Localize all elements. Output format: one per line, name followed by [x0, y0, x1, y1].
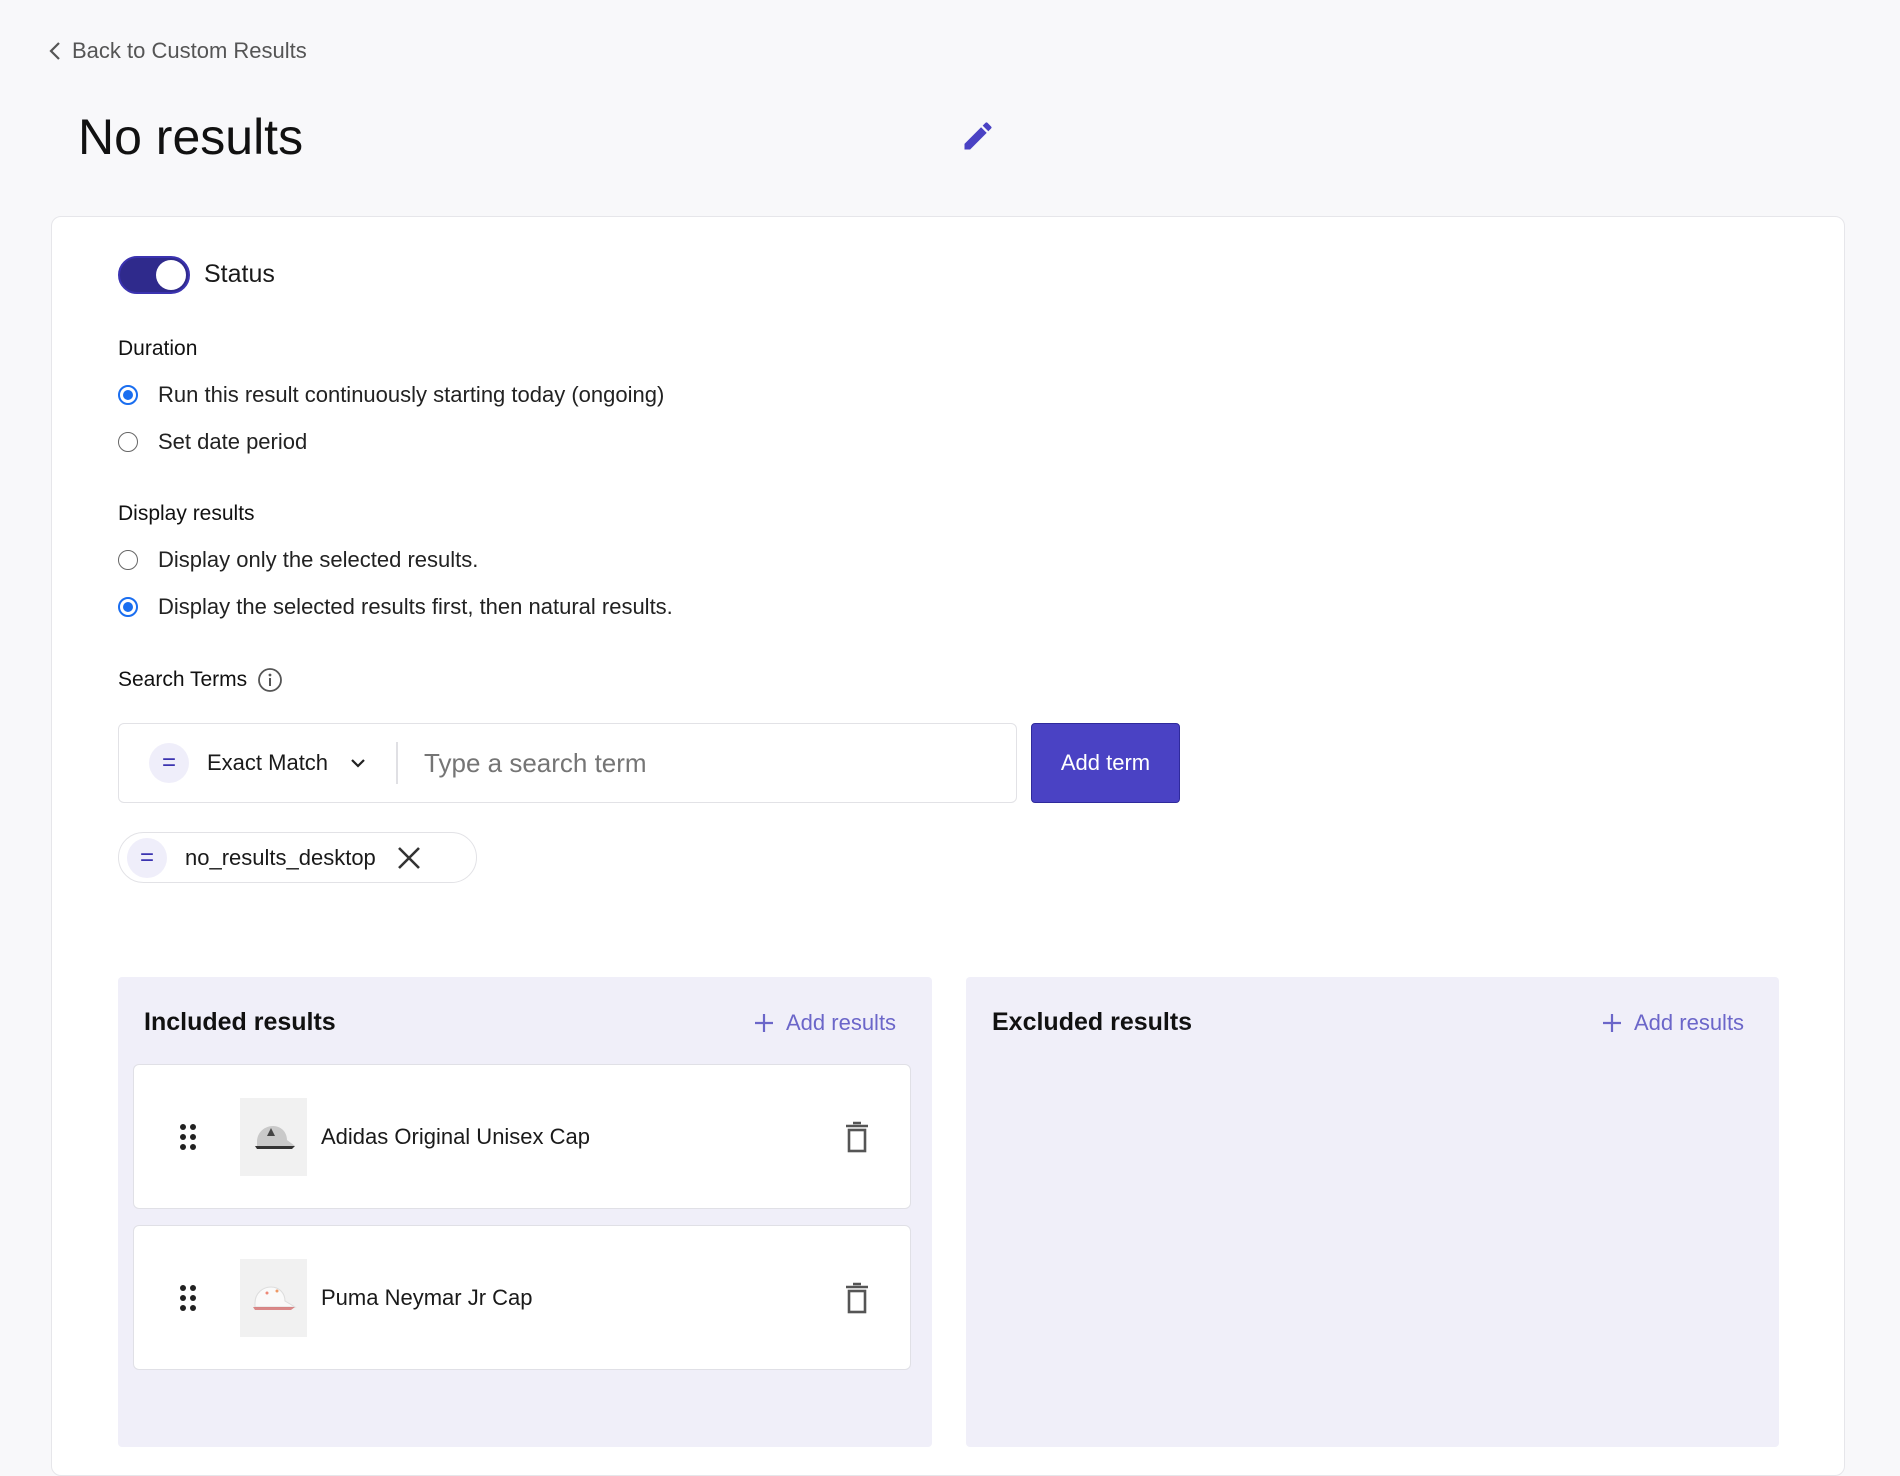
add-included-results-button[interactable]: Add results — [754, 1010, 896, 1036]
radio-unselected[interactable] — [118, 550, 138, 570]
drag-handle-icon[interactable] — [178, 1122, 198, 1152]
included-results-title: Included results — [144, 1008, 336, 1036]
product-name: Puma Neymar Jr Cap — [321, 1284, 533, 1310]
chevron-down-icon — [351, 759, 365, 768]
included-results-panel — [118, 977, 932, 1447]
product-thumbnail — [240, 1258, 307, 1337]
search-terms-label: Search Terms — [118, 668, 248, 691]
display-option-first[interactable]: Display the selected results first, then… — [118, 594, 673, 620]
included-result-item: Adidas Original Unisex Cap — [133, 1064, 911, 1209]
match-type-dropdown[interactable]: = Exact Match — [149, 743, 366, 783]
product-name: Adidas Original Unisex Cap — [321, 1123, 591, 1149]
excluded-results-panel — [966, 977, 1779, 1447]
duration-heading: Duration — [118, 337, 198, 360]
trash-icon[interactable] — [844, 1121, 870, 1153]
included-result-item: Puma Neymar Jr Cap — [133, 1225, 911, 1370]
add-results-label: Add results — [1634, 1010, 1745, 1035]
cap-image-icon — [252, 1285, 297, 1310]
trash-icon[interactable] — [844, 1282, 870, 1314]
plus-icon — [755, 1014, 773, 1032]
back-link[interactable]: Back to Custom Results — [48, 38, 307, 64]
drag-handle-icon[interactable] — [178, 1283, 198, 1313]
search-term-chip: = no_results_desktop — [118, 832, 477, 883]
option-label: Display only the selected results. — [158, 547, 479, 572]
option-label: Set date period — [158, 429, 308, 454]
close-icon[interactable] — [396, 845, 422, 871]
radio-selected[interactable] — [118, 597, 138, 617]
radio-unselected[interactable] — [118, 432, 138, 452]
search-terms-heading: Search Terms — [118, 667, 283, 693]
add-term-button[interactable]: Add term — [1031, 723, 1180, 803]
duration-option-ongoing[interactable]: Run this result continuously starting to… — [118, 382, 664, 408]
divider — [396, 742, 399, 784]
radio-selected[interactable] — [118, 385, 138, 405]
chip-label: no_results_desktop — [185, 844, 376, 870]
search-term-input[interactable] — [424, 747, 1016, 779]
status-label: Status — [204, 260, 275, 288]
option-label: Display the selected results first, then… — [158, 594, 673, 619]
option-label: Run this result continuously starting to… — [158, 382, 665, 407]
chevron-left-icon — [49, 42, 60, 60]
equals-icon: = — [127, 837, 167, 878]
display-option-only[interactable]: Display only the selected results. — [118, 547, 478, 573]
status-toggle[interactable] — [118, 256, 190, 294]
search-term-input-group: = Exact Match — [118, 723, 1017, 803]
duration-option-date-period[interactable]: Set date period — [118, 429, 307, 455]
back-label: Back to Custom Results — [72, 38, 307, 63]
add-excluded-results-button[interactable]: Add results — [1602, 1010, 1744, 1036]
excluded-results-title: Excluded results — [992, 1008, 1193, 1036]
edit-pencil-icon[interactable] — [960, 118, 996, 154]
product-thumbnail — [240, 1097, 307, 1176]
cap-image-icon — [254, 1125, 295, 1149]
match-type-value: Exact Match — [207, 750, 329, 775]
display-heading: Display results — [118, 502, 255, 525]
add-results-label: Add results — [786, 1010, 897, 1035]
plus-icon — [1603, 1014, 1621, 1032]
equals-icon: = — [149, 743, 189, 783]
page-title: No results — [78, 109, 304, 165]
info-icon[interactable] — [257, 667, 283, 693]
